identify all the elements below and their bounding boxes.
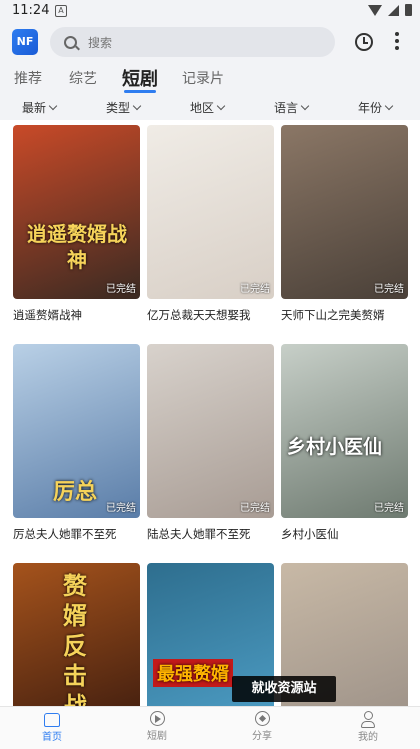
status-badge: 已完结 [374,503,404,514]
status-badge: 已完结 [374,284,404,295]
search-icon [64,36,77,49]
app-header: NF [0,22,420,62]
nav-label: 首页 [42,732,62,743]
home-icon [44,713,60,727]
poster-image[interactable]: 已完结 [147,125,274,299]
category-tabs: 推荐 综艺 短剧 记录片 [0,62,420,94]
drama-card[interactable]: 逍遥赘婿战神 已完结 逍遥赘婿战神 [13,125,140,323]
nav-short-drama[interactable]: 短剧 [127,711,187,742]
poster-title-art: 逍遥赘婿战神 [27,222,127,272]
app-logo[interactable]: NF [12,29,38,55]
nav-label: 分享 [252,731,272,742]
tab-short-drama[interactable]: 短剧 [122,65,158,91]
poster-title-art: 赘婿反击战 [63,572,87,720]
status-badge: 已完结 [106,284,136,295]
status-time: 11:24 [12,3,50,18]
chevron-down-icon [216,101,226,111]
status-bar: 11:24 A [0,0,420,22]
battery-icon [405,4,412,16]
card-title[interactable]: 厉总夫人她罪不至死 [13,526,140,542]
poster-title-art: 乡村小医仙 [287,436,383,458]
nav-home[interactable]: 首页 [22,711,82,743]
drama-card[interactable]: 已完结 亿万总裁天天想娶我 [147,125,274,323]
search-bar[interactable] [50,27,335,57]
filter-language[interactable]: 语言 [274,99,310,116]
tab-recommend[interactable]: 推荐 [14,68,42,88]
card-title[interactable]: 天师下山之完美赘婿 [281,307,408,323]
poster-title-art: 最强赘婿 [153,659,233,687]
filter-region[interactable]: 地区 [190,99,226,116]
filter-label: 类型 [106,101,131,115]
filter-label: 年份 [358,101,383,115]
watermark-label: 就收资源站 [232,676,336,702]
notification-icon: A [55,5,67,17]
nav-label: 短剧 [147,731,167,742]
system-icons [368,4,412,16]
active-tab-indicator [124,90,156,93]
filter-label: 最新 [22,101,47,115]
poster-title-art: 厉总 [53,480,98,505]
drama-card[interactable]: 已完结 陆总夫人她罪不至死 [147,344,274,542]
chevron-down-icon [300,101,310,111]
more-vert-icon[interactable] [395,32,399,52]
chevron-down-icon [384,101,394,111]
filter-latest[interactable]: 最新 [22,99,58,116]
status-badge: 已完结 [106,503,136,514]
filter-label: 地区 [190,101,215,115]
card-title[interactable]: 逍遥赘婿战神 [13,307,140,323]
nav-label: 我的 [358,732,378,743]
poster-image[interactable]: 已完结 [281,125,408,299]
poster-image[interactable]: 乡村小医仙 已完结 [281,344,408,518]
wifi-icon [368,4,382,16]
tab-documentary[interactable]: 记录片 [182,68,224,88]
filter-type[interactable]: 类型 [106,99,142,116]
poster-image[interactable]: 厉总 已完结 [13,344,140,518]
card-title[interactable]: 乡村小医仙 [281,526,408,542]
filter-label: 语言 [274,101,299,115]
drama-card[interactable]: 乡村小医仙 已完结 乡村小医仙 [281,344,408,542]
history-icon[interactable] [355,33,373,51]
poster-image[interactable]: 逍遥赘婿战神 已完结 [13,125,140,299]
play-circle-icon [149,711,165,726]
status-badge: 已完结 [240,284,270,295]
status-badge: 已完结 [240,503,270,514]
nav-profile[interactable]: 我的 [338,711,398,743]
user-icon [360,711,376,728]
drama-card[interactable]: 厉总 已完结 厉总夫人她罪不至死 [13,344,140,542]
poster-image[interactable]: 已完结 [147,344,274,518]
drama-card[interactable]: 已完结 天师下山之完美赘婿 [281,125,408,323]
nav-share[interactable]: 分享 [232,711,292,742]
chevron-down-icon [48,101,58,111]
signal-icon [388,4,399,16]
filter-bar: 最新 类型 地区 语言 年份 [0,94,420,120]
bottom-nav: 首页 短剧 分享 我的 [0,706,420,749]
tab-variety[interactable]: 综艺 [69,68,97,88]
compass-icon [254,711,270,726]
filter-year[interactable]: 年份 [358,99,394,116]
search-input[interactable] [86,33,320,53]
chevron-down-icon [132,101,142,111]
card-title[interactable]: 陆总夫人她罪不至死 [147,526,274,542]
card-title[interactable]: 亿万总裁天天想娶我 [147,307,274,323]
